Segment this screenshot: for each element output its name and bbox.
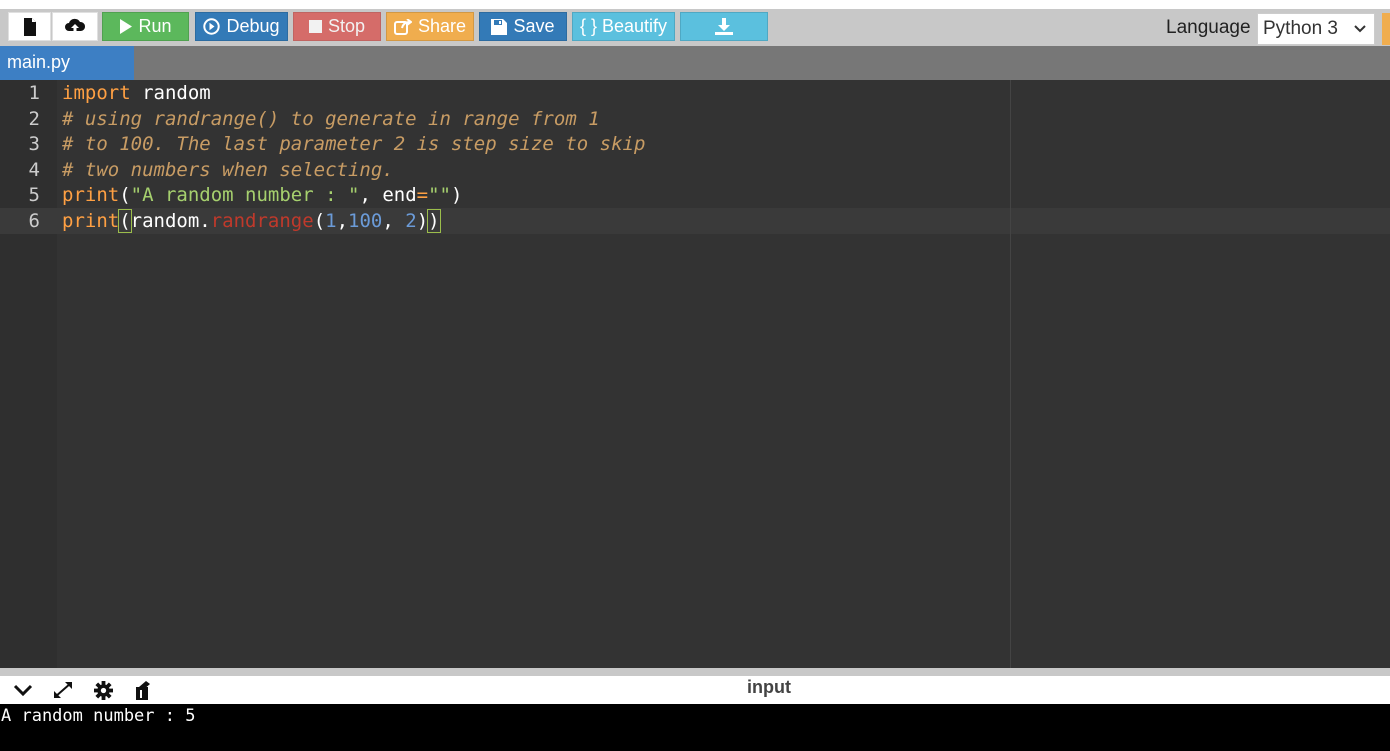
function-token: print: [62, 184, 120, 206]
console-output[interactable]: A random number : 5: [0, 704, 1390, 751]
clear-console-icon[interactable]: [134, 681, 152, 700]
console-output-line: A random number : 5: [1, 706, 196, 726]
language-label: Language: [1166, 17, 1251, 38]
identifier-token: random: [130, 82, 211, 104]
print-margin: [1010, 80, 1011, 668]
line-number: 6: [28, 209, 40, 232]
toolbar-edge-accent: [1382, 13, 1390, 45]
identifier-token: end: [382, 184, 417, 206]
comment-token: # using randrange() to generate in range…: [62, 107, 600, 130]
code-line: import random: [62, 82, 211, 104]
identifier-token: random.: [130, 209, 211, 232]
play-icon: [120, 19, 133, 34]
separator-token: ,: [336, 209, 349, 232]
stop-button[interactable]: Stop: [293, 12, 381, 41]
paren-token: ): [451, 184, 463, 206]
number-token: 100: [348, 209, 383, 232]
beautify-label: { } Beautify: [579, 16, 668, 36]
io-panel-title: input: [747, 677, 791, 697]
line-number: 5: [28, 184, 40, 206]
top-strip: [0, 0, 1390, 9]
run-button[interactable]: Run: [102, 12, 189, 41]
upload-button[interactable]: [52, 12, 98, 41]
stop-label: Stop: [327, 16, 366, 36]
separator-token: ,: [382, 209, 406, 232]
tab-bar: main.py: [0, 46, 1390, 80]
paren-token: ): [427, 208, 441, 233]
floppy-icon: [491, 18, 508, 35]
share-icon: [393, 18, 412, 35]
tab-main-py[interactable]: main.py: [0, 46, 134, 80]
panel-splitter[interactable]: [0, 668, 1390, 676]
language-value: Python 3: [1263, 18, 1338, 39]
paren-token: (: [313, 209, 326, 232]
share-button[interactable]: Share: [386, 12, 474, 41]
comment-token: # two numbers when selecting.: [62, 158, 394, 181]
line-number: 2: [28, 107, 40, 130]
keyword-token: import: [62, 82, 131, 104]
operator-token: =: [416, 184, 429, 206]
download-button[interactable]: [680, 12, 768, 41]
download-icon: [715, 18, 733, 35]
tab-label: main.py: [7, 52, 71, 72]
share-label: Share: [417, 16, 467, 36]
chevron-down-icon[interactable]: [13, 683, 33, 697]
method-token: randrange: [210, 209, 314, 232]
beautify-button[interactable]: { } Beautify: [572, 12, 675, 41]
line-number: 3: [28, 133, 40, 155]
code-line: print("A random number : ", end=""): [62, 184, 462, 206]
file-icon: [23, 17, 36, 36]
code-line: # two numbers when selecting.: [62, 159, 394, 181]
function-token: print: [62, 209, 120, 232]
line-number: 4: [28, 158, 40, 181]
paren-token: (: [118, 208, 132, 233]
io-panel-toolbar: input: [0, 676, 1390, 704]
string-token: "A random number : ": [130, 184, 360, 206]
number-token: 1: [325, 209, 337, 232]
save-label: Save: [513, 16, 555, 36]
debug-button[interactable]: Debug: [195, 12, 288, 41]
code-editor[interactable]: 1 2 3 4 5 6 import random # using randra…: [0, 80, 1390, 668]
code-line: # to 100. The last parameter 2 is step s…: [62, 133, 645, 155]
chevron-down-icon: [1354, 25, 1366, 33]
run-label: Run: [138, 16, 172, 36]
cloud-upload-icon: [65, 18, 86, 34]
code-line: # using randrange() to generate in range…: [62, 108, 600, 130]
code-line: print(random.randrange(1,100, 2)): [62, 208, 441, 233]
expand-icon[interactable]: [53, 681, 73, 699]
gear-icon[interactable]: [94, 681, 113, 700]
separator-token: ,: [359, 184, 383, 206]
paren-token: ): [416, 209, 429, 232]
paren-token: (: [119, 184, 131, 206]
stop-icon: [308, 20, 322, 33]
line-number: 1: [28, 82, 40, 104]
new-file-button[interactable]: [8, 12, 51, 41]
comment-token: # to 100. The last parameter 2 is step s…: [62, 133, 646, 155]
debug-label: Debug: [226, 16, 280, 36]
string-token: "": [428, 184, 451, 206]
save-button[interactable]: Save: [479, 12, 567, 41]
debug-icon: [203, 18, 221, 35]
language-select[interactable]: Python 3: [1257, 13, 1375, 45]
number-token: 2: [405, 209, 417, 232]
